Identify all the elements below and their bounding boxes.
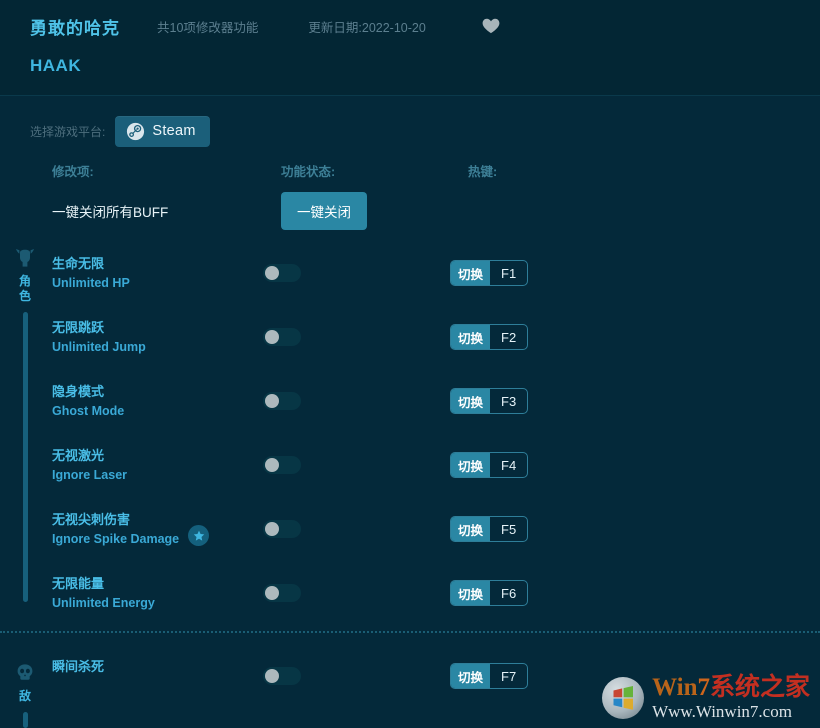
column-header-hotkey: 热键: xyxy=(468,161,497,180)
cheat-name-en: Unlimited Jump xyxy=(52,338,146,356)
cheat-list-character: 生命无限 Unlimited HP 切换 F1 无限跳跃 Unlimited J… xyxy=(0,243,820,627)
cheat-labels: 无限跳跃 Unlimited Jump xyxy=(52,319,146,356)
cheat-toggle[interactable] xyxy=(263,584,301,602)
category-section-enemy: 敌 瞬间杀死 切换 F7 xyxy=(0,658,820,728)
app-header: 勇敢的哈克 共10项修改器功能 更新日期:2022-10-20 HAAK xyxy=(0,0,820,96)
hotkey-key-label: F4 xyxy=(490,453,527,477)
heart-icon[interactable] xyxy=(481,16,501,36)
toggle-knob xyxy=(265,394,279,408)
cheat-toggle[interactable] xyxy=(263,520,301,538)
cheat-name-en: Ghost Mode xyxy=(52,402,124,420)
cheat-hotkey[interactable]: 切换 F4 xyxy=(450,452,528,478)
column-header-state: 功能状态: xyxy=(281,161,335,180)
cheat-labels: 瞬间杀死 xyxy=(52,658,104,677)
toggle-knob xyxy=(265,669,279,683)
hotkey-action-label: 切换 xyxy=(451,581,490,605)
cheat-labels: 隐身模式 Ghost Mode xyxy=(52,383,124,420)
cheat-row: 生命无限 Unlimited HP 切换 F1 xyxy=(0,243,820,307)
cheat-name-cn: 生命无限 xyxy=(52,255,130,273)
hotkey-action-label: 切换 xyxy=(451,453,490,477)
cheat-name-cn: 无限能量 xyxy=(52,575,155,593)
cheat-toggle[interactable] xyxy=(263,456,301,474)
cheat-row: 瞬间杀死 切换 F7 xyxy=(0,658,820,722)
category-section-character: 角色 生命无限 Unlimited HP 切换 F1 无限跳跃 Unlimite… xyxy=(0,243,820,631)
one-key-disable-row: 一键关闭所有BUFF 一键关闭 xyxy=(0,187,820,243)
trainer-window: 勇敢的哈克 共10项修改器功能 更新日期:2022-10-20 HAAK 选择游… xyxy=(0,0,820,728)
page-title: 勇敢的哈克 xyxy=(30,14,120,39)
cheat-name-en: Ignore Laser xyxy=(52,466,127,484)
cheat-hotkey[interactable]: 切换 F3 xyxy=(450,388,528,414)
cheat-toggle[interactable] xyxy=(263,392,301,410)
cheat-name-cn: 无视尖刺伤害 xyxy=(52,511,179,529)
hotkey-key-label: F1 xyxy=(490,261,527,285)
hotkey-action-label: 切换 xyxy=(451,517,490,541)
platform-selector-row: 选择游戏平台: Steam xyxy=(0,107,820,155)
hotkey-action-label: 切换 xyxy=(451,325,490,349)
hotkey-action-label: 切换 xyxy=(451,664,490,688)
cheat-name-cn: 瞬间杀死 xyxy=(52,658,104,676)
steam-icon xyxy=(126,122,145,141)
one-key-disable-label: 一键关闭所有BUFF xyxy=(52,201,168,221)
platform-steam-label: Steam xyxy=(152,123,195,139)
cheat-hotkey[interactable]: 切换 F6 xyxy=(450,580,528,606)
hotkey-key-label: F3 xyxy=(490,389,527,413)
section-divider xyxy=(0,631,820,634)
header-top-row: 勇敢的哈克 共10项修改器功能 更新日期:2022-10-20 xyxy=(30,0,820,52)
cheat-list-enemy: 瞬间杀死 切换 F7 xyxy=(0,658,820,722)
cheat-toggle[interactable] xyxy=(263,328,301,346)
cheat-labels: 生命无限 Unlimited HP xyxy=(52,255,130,292)
cheat-row: 隐身模式 Ghost Mode 切换 F3 xyxy=(0,371,820,435)
cheat-name-cn: 无限跳跃 xyxy=(52,319,146,337)
hotkey-key-label: F7 xyxy=(490,664,527,688)
cheat-hotkey[interactable]: 切换 F1 xyxy=(450,260,528,286)
cheat-name-cn: 隐身模式 xyxy=(52,383,124,401)
cheat-name-en: Unlimited Energy xyxy=(52,594,155,612)
hotkey-key-label: F5 xyxy=(490,517,527,541)
toggle-knob xyxy=(265,522,279,536)
toggle-knob xyxy=(265,330,279,344)
cheat-row: 无视尖刺伤害 Ignore Spike Damage 切换 F5 xyxy=(0,499,820,563)
hotkey-key-label: F2 xyxy=(490,325,527,349)
hotkey-action-label: 切换 xyxy=(451,389,490,413)
cheat-toggle[interactable] xyxy=(263,667,301,685)
cheat-row: 无限跳跃 Unlimited Jump 切换 F2 xyxy=(0,307,820,371)
cheat-labels: 无限能量 Unlimited Energy xyxy=(52,575,155,612)
update-date: 更新日期:2022-10-20 xyxy=(308,17,425,36)
cheat-name-cn: 无视激光 xyxy=(52,447,127,465)
cheat-row: 无视激光 Ignore Laser 切换 F4 xyxy=(0,435,820,499)
cheat-hotkey[interactable]: 切换 F5 xyxy=(450,516,528,542)
hotkey-action-label: 切换 xyxy=(451,261,490,285)
cheat-name-en: Unlimited HP xyxy=(52,274,130,292)
cheat-toggle[interactable] xyxy=(263,264,301,282)
cheat-hotkey[interactable]: 切换 F2 xyxy=(450,324,528,350)
one-key-disable-button[interactable]: 一键关闭 xyxy=(281,192,367,230)
hotkey-key-label: F6 xyxy=(490,581,527,605)
cheat-name-en: Ignore Spike Damage xyxy=(52,530,179,548)
column-headers: 修改项: 功能状态: 热键: xyxy=(0,161,820,187)
toggle-knob xyxy=(265,458,279,472)
platform-label: 选择游戏平台: xyxy=(30,123,105,140)
cheat-hotkey[interactable]: 切换 F7 xyxy=(450,663,528,689)
column-header-mod: 修改项: xyxy=(52,161,94,180)
toggle-knob xyxy=(265,266,279,280)
toggle-knob xyxy=(265,586,279,600)
feature-count: 共10项修改器功能 xyxy=(157,17,258,36)
cheat-row: 无限能量 Unlimited Energy 切换 F6 xyxy=(0,563,820,627)
star-icon[interactable] xyxy=(188,525,209,546)
platform-steam-button[interactable]: Steam xyxy=(115,116,209,147)
cheat-labels: 无视激光 Ignore Laser xyxy=(52,447,127,484)
cheat-labels: 无视尖刺伤害 Ignore Spike Damage xyxy=(52,511,179,548)
page-subtitle: HAAK xyxy=(30,56,81,76)
